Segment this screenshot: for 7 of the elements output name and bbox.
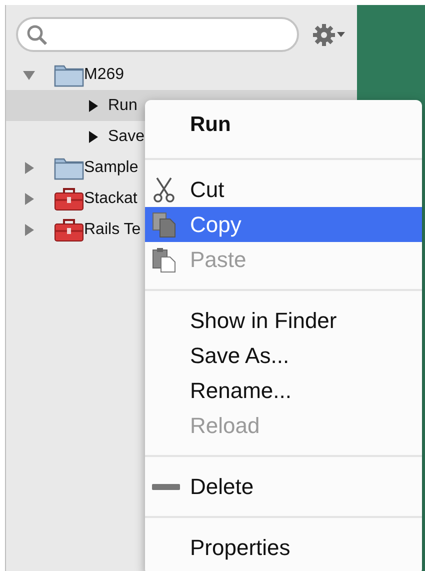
- menu-header: Run: [189, 112, 232, 138]
- tree-item-label: Rails Te: [84, 220, 141, 240]
- tree-item-label: Stackat: [84, 188, 138, 208]
- tree-item-label: Save: [108, 126, 144, 146]
- tree-item-label: Sample: [84, 158, 138, 178]
- tree-item-label: Run: [108, 96, 138, 116]
- tree-item-label: M269: [84, 64, 124, 84]
